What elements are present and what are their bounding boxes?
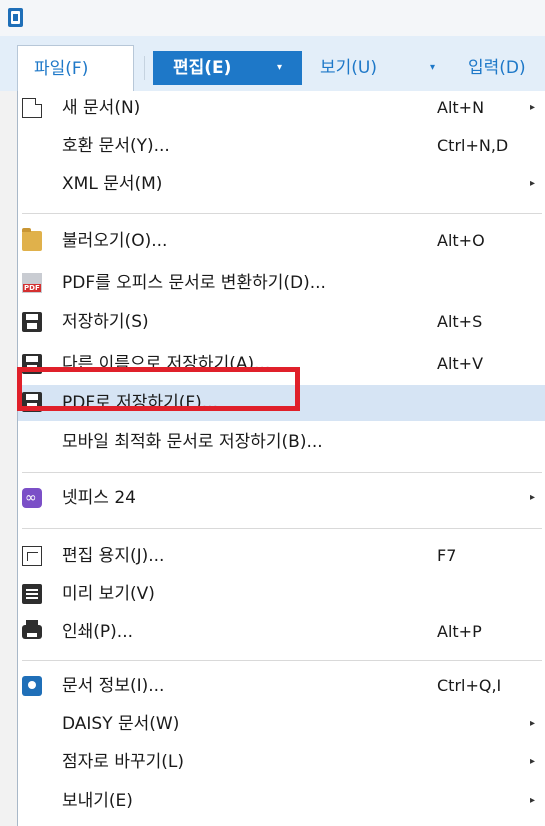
menu-item-shortcut: F7 [437, 546, 457, 565]
save-icon [22, 312, 42, 332]
menu-item-pdf-convert[interactable]: PDF를 오피스 문서로 변환하기(D)... [18, 266, 545, 300]
menu-item-label: 문서 정보(I)... [62, 676, 165, 696]
pdf-convert-icon [22, 273, 42, 293]
menu-divider [22, 213, 542, 214]
netffice-icon [22, 481, 42, 515]
menu-item-save[interactable]: 저장하기(S) Alt+S [18, 305, 545, 339]
menu-item-label: 저장하기(S) [62, 312, 149, 332]
document-ruler-strip [0, 91, 17, 826]
menu-item-new-document[interactable]: 새 문서(N) Alt+N ▸ [18, 91, 545, 125]
page-setup-icon [22, 546, 42, 566]
menu-tab-view[interactable]: 보기(U) [320, 51, 377, 85]
menu-item-page-setup[interactable]: 편집 용지(J)... F7 [18, 539, 545, 573]
submenu-arrow-icon: ▸ [530, 492, 536, 503]
menu-item-label: 호환 문서(Y)... [62, 136, 170, 156]
menu-tab-input[interactable]: 입력(D) [468, 51, 526, 85]
submenu-arrow-icon: ▸ [530, 718, 536, 729]
menu-item-label: DAISY 문서(W) [62, 714, 180, 734]
menu-item-label: 모바일 최적화 문서로 저장하기(B)... [62, 432, 323, 452]
menu-item-xml-document[interactable]: XML 문서(M) ▸ [18, 167, 545, 201]
menu-item-shortcut: Alt+O [437, 231, 485, 250]
submenu-arrow-icon: ▸ [530, 178, 536, 189]
document-info-icon [22, 676, 42, 696]
menu-divider [22, 660, 542, 661]
menu-separator [144, 56, 145, 80]
menu-item-netffice[interactable]: 넷피스 24 ▸ [18, 481, 545, 515]
menu-item-label: 미리 보기(V) [62, 584, 155, 604]
menu-item-label: 넷피스 24 [62, 488, 136, 508]
menu-item-label: 보내기(E) [62, 791, 133, 811]
menu-item-preview[interactable]: 미리 보기(V) [18, 577, 545, 611]
menu-tab-file[interactable]: 파일(F) [17, 45, 134, 91]
edit-dropdown-arrow-icon[interactable]: ▾ [277, 62, 282, 73]
menu-item-shortcut: Alt+P [437, 622, 482, 641]
menu-item-label: 인쇄(P)... [62, 622, 134, 642]
menu-item-shortcut: Ctrl+Q,I [437, 676, 502, 695]
menu-item-daisy-document[interactable]: DAISY 문서(W) ▸ [18, 707, 545, 741]
menu-item-compatible-document[interactable]: 호환 문서(Y)... Ctrl+N,D [18, 129, 545, 163]
menu-item-shortcut: Alt+S [437, 312, 483, 331]
menu-item-label: 편집 용지(J)... [62, 546, 165, 566]
highlight-annotation-box [17, 367, 300, 411]
menu-item-shortcut: Ctrl+N,D [437, 136, 509, 155]
menu-item-label: PDF를 오피스 문서로 변환하기(D)... [62, 273, 326, 293]
submenu-arrow-icon: ▸ [530, 756, 536, 767]
menu-item-label: XML 문서(M) [62, 174, 163, 194]
menu-item-label: 불러오기(O)... [62, 231, 168, 251]
menu-item-shortcut: Alt+V [437, 354, 484, 373]
file-menu-dropdown: 새 문서(N) Alt+N ▸ 호환 문서(Y)... Ctrl+N,D XML… [17, 91, 545, 826]
print-icon [22, 620, 42, 639]
menu-divider [22, 528, 542, 529]
view-dropdown-arrow-icon[interactable]: ▾ [430, 62, 435, 73]
submenu-arrow-icon: ▸ [530, 795, 536, 806]
app-logo-icon [8, 8, 23, 27]
menu-item-save-mobile[interactable]: 모바일 최적화 문서로 저장하기(B)... [18, 425, 545, 459]
open-folder-icon [22, 228, 42, 251]
menu-item-open[interactable]: 불러오기(O)... Alt+O [18, 224, 545, 258]
menu-item-send[interactable]: 보내기(E) ▸ [18, 784, 545, 818]
preview-icon [22, 584, 42, 604]
menu-item-label: 새 문서(N) [62, 98, 141, 118]
menu-item-label: 점자로 바꾸기(L) [62, 752, 184, 772]
menu-divider [22, 472, 542, 473]
new-document-icon [22, 98, 42, 118]
menu-item-print[interactable]: 인쇄(P)... Alt+P [18, 615, 545, 649]
submenu-arrow-icon: ▸ [530, 102, 536, 113]
menu-item-shortcut: Alt+N [437, 98, 485, 117]
menu-item-braille[interactable]: 점자로 바꾸기(L) ▸ [18, 745, 545, 779]
menu-item-document-info[interactable]: 문서 정보(I)... Ctrl+Q,I [18, 669, 545, 703]
title-bar [0, 0, 545, 36]
